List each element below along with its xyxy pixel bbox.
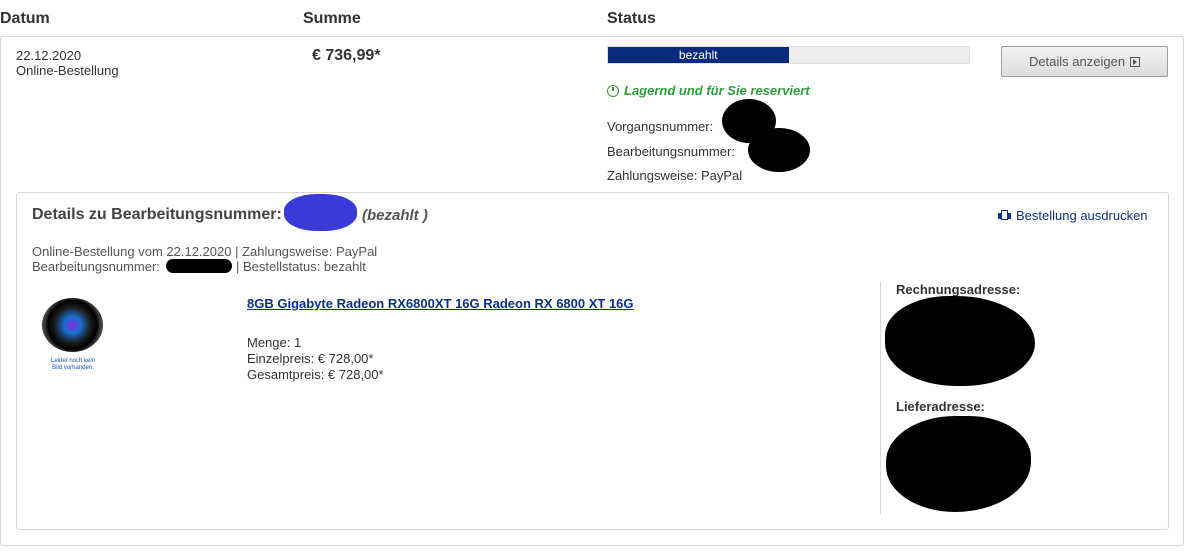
- no-image-line1: Leider noch kein: [50, 358, 96, 364]
- redaction-mark: [885, 296, 1035, 386]
- details-meta-line1: Online-Bestellung vom 22.12.2020 | Zahlu…: [32, 244, 378, 259]
- order-sum: € 736,99*: [312, 47, 381, 64]
- stock-text: Lagernd und für Sie reserviert: [624, 83, 810, 98]
- details-status: (bezahlt ): [362, 207, 428, 224]
- redaction-mark: [284, 194, 357, 231]
- open-details-icon: [1130, 56, 1141, 67]
- redaction-mark: [166, 259, 232, 273]
- details-title: Details zu Bearbeitungsnummer:: [32, 206, 282, 223]
- bearbeitung-number-label: Bearbeitungsnummer:: [607, 144, 735, 159]
- order-date: 22.12.2020: [16, 48, 82, 63]
- status-progress-bar: bezahlt: [607, 46, 970, 64]
- product-quantity: Menge: 1: [247, 335, 302, 350]
- product-total-price: Gesamtpreis: € 728,00*: [247, 367, 384, 382]
- no-image-text: Leider noch kein Bild vorhanden.: [44, 358, 102, 372]
- no-image-line2: Bild vorhanden.: [52, 365, 94, 371]
- printer-icon: [998, 210, 1011, 221]
- address-divider: [880, 282, 881, 514]
- status-label: bezahlt: [678, 48, 718, 62]
- print-order-label: Bestellung ausdrucken: [1016, 208, 1148, 223]
- details-meta-line2-suffix: | Bestellstatus: bezahlt: [236, 259, 366, 274]
- billing-address-label: Rechnungsadresse:: [896, 282, 1021, 297]
- order-type: Online-Bestellung: [16, 63, 119, 78]
- product-image[interactable]: [42, 298, 103, 352]
- header-status: Status: [607, 10, 656, 27]
- header-date: Datum: [0, 10, 50, 27]
- payment-method: Zahlungsweise: PayPal: [607, 168, 743, 183]
- details-button-label: Details anzeigen: [1028, 54, 1126, 69]
- details-meta-line2-prefix: Bearbeitungsnummer:: [32, 259, 160, 274]
- print-order-link[interactable]: Bestellung ausdrucken: [998, 208, 1148, 223]
- product-name-link[interactable]: 8GB Gigabyte Radeon RX6800XT 16G Radeon …: [247, 296, 634, 311]
- vorgang-number-label: Vorgangsnummer:: [607, 119, 714, 134]
- product-unit-price: Einzelpreis: € 728,00*: [247, 351, 374, 366]
- details-button[interactable]: Details anzeigen: [1001, 46, 1168, 77]
- stock-status: Lagernd und für Sie reserviert: [607, 83, 810, 98]
- header-sum: Summe: [303, 10, 361, 27]
- shipping-address-label: Lieferadresse:: [896, 399, 985, 414]
- redaction-mark: [748, 128, 810, 172]
- clock-icon: [607, 84, 619, 97]
